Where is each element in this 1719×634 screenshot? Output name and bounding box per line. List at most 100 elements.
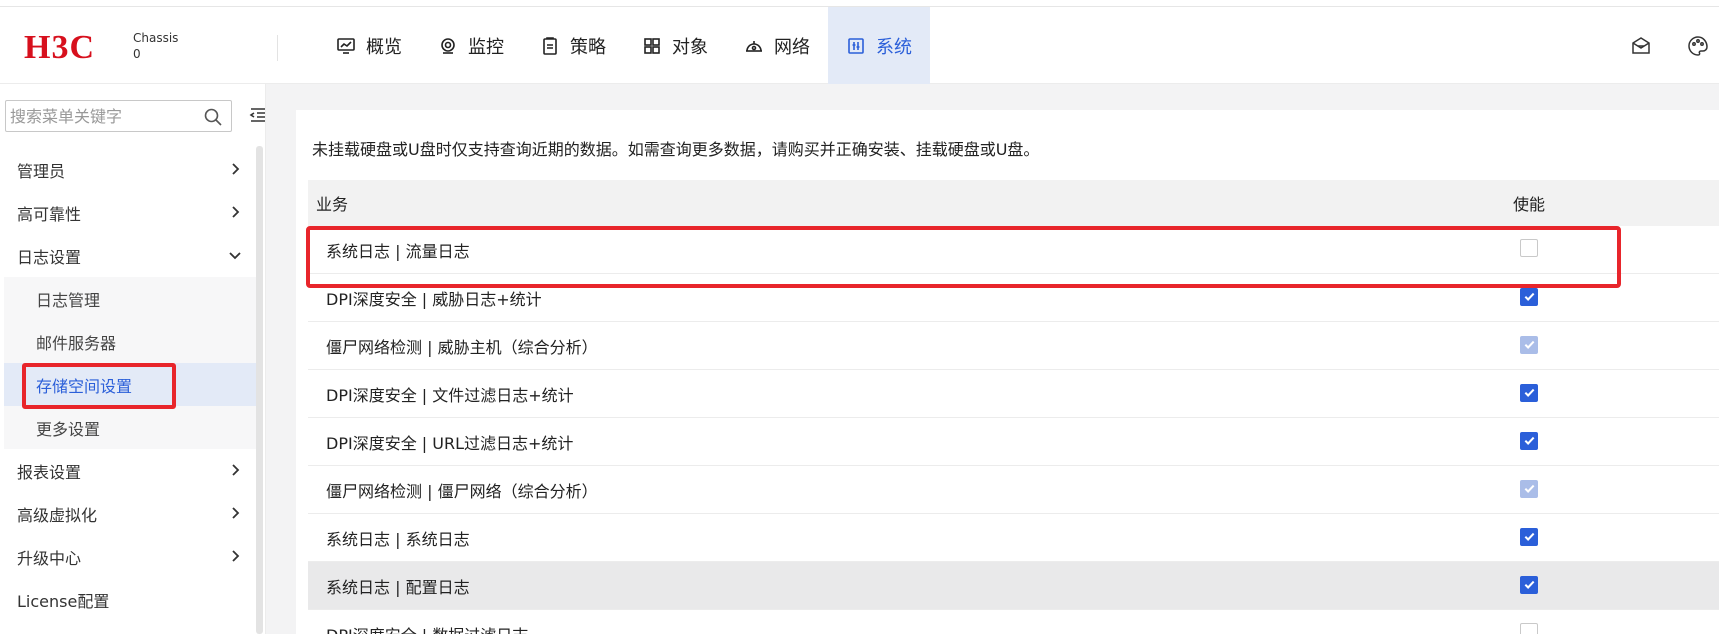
enable-checkbox[interactable] xyxy=(1520,238,1538,257)
enable-cell xyxy=(1520,383,1538,404)
clipboard-icon xyxy=(543,36,557,55)
sidebar-item-log-settings[interactable]: 日志设置 xyxy=(0,234,256,277)
enable-checkbox[interactable] xyxy=(1520,622,1538,634)
sidebar-subitem-label: 日志管理 xyxy=(36,290,101,310)
h3c-logo: H3C xyxy=(24,29,95,66)
enable-checkbox[interactable] xyxy=(1520,431,1538,450)
nav-system-label: 系统 xyxy=(876,36,912,58)
checkmark-icon xyxy=(1524,533,1534,542)
table-row[interactable]: 系统日志 | 配置日志 xyxy=(308,562,1719,610)
chassis-label: Chassis 0 xyxy=(133,30,178,62)
sidebar-subitem-label: 更多设置 xyxy=(36,419,101,439)
sidebar-subitem-label: 邮件服务器 xyxy=(36,333,117,353)
grid-icon xyxy=(644,37,660,54)
sidebar-item-label: License配置 xyxy=(17,591,110,611)
business-cell: 僵尸网络检测 | 威胁主机（综合分析） xyxy=(326,337,598,357)
system-settings-icon xyxy=(848,37,864,54)
main-content: 未挂载硬盘或U盘时仅支持查询近期的数据。如需查询更多数据，请购买并正确安装、挂载… xyxy=(266,84,1719,634)
sidebar-item-more-settings[interactable]: 更多设置 xyxy=(4,406,256,449)
business-cell: DPI深度安全 | 文件过滤日志+统计 xyxy=(326,385,574,405)
log-settings-submenu: 日志管理 邮件服务器 存储空间设置 更多设置 xyxy=(4,277,256,449)
business-cell: DPI深度安全 | URL过滤日志+统计 xyxy=(326,433,574,453)
chevron-right-icon xyxy=(232,206,240,218)
main-nav: 概览 监控 策略 对象 网络 系统 xyxy=(318,7,930,84)
checkmark-icon xyxy=(1524,341,1534,350)
menu-search xyxy=(5,100,232,132)
sidebar-item-license[interactable]: License配置 xyxy=(0,578,256,621)
table-row[interactable]: 系统日志 | 流量日志 xyxy=(306,226,1719,288)
sidebar-item-label: 管理员 xyxy=(17,161,66,181)
message-icon xyxy=(1632,37,1650,54)
business-table: 业务 使能 系统日志 | 流量日志 DPI深度安全 | 威胁日志+统计僵尸网络检测… xyxy=(306,180,1719,634)
enable-cell xyxy=(1520,479,1538,500)
nav-monitor-label: 监控 xyxy=(468,36,504,58)
header-divider xyxy=(277,35,278,61)
checkmark-icon xyxy=(1524,389,1534,398)
nav-policy[interactable]: 策略 xyxy=(522,7,624,84)
table-row[interactable]: DPI深度安全 | 数据过滤日志 xyxy=(308,610,1719,634)
location-pin-icon xyxy=(441,37,455,54)
nav-monitor[interactable]: 监控 xyxy=(420,7,522,84)
enable-checkbox[interactable] xyxy=(1520,527,1538,546)
business-cell: 系统日志 | 流量日志 xyxy=(326,241,470,261)
chevron-down-icon xyxy=(229,252,241,260)
sidebar-item-label: 升级中心 xyxy=(17,548,82,568)
enable-cell xyxy=(1520,622,1538,634)
sidebar-item-admin[interactable]: 管理员 xyxy=(0,148,256,191)
nav-object[interactable]: 对象 xyxy=(624,7,726,84)
sidebar-item-label: 报表设置 xyxy=(17,462,82,482)
nav-system[interactable]: 系统 xyxy=(828,7,930,84)
table-row[interactable]: 僵尸网络检测 | 威胁主机（综合分析） xyxy=(308,322,1719,370)
enable-checkbox[interactable] xyxy=(1520,287,1538,306)
menu-search-input[interactable] xyxy=(6,101,196,131)
sidebar-item-upgrade-center[interactable]: 升级中心 xyxy=(0,535,256,578)
sidebar-item-report-settings[interactable]: 报表设置 xyxy=(0,449,256,492)
sidebar-item-label: 高级虚拟化 xyxy=(17,505,98,525)
business-cell: 系统日志 | 系统日志 xyxy=(326,529,470,549)
nav-overview-label: 概览 xyxy=(366,36,402,58)
sidebar-scrollbar[interactable] xyxy=(256,146,263,634)
nav-network-label: 网络 xyxy=(774,36,810,58)
table-row[interactable]: DPI深度安全 | URL过滤日志+统计 xyxy=(308,418,1719,466)
sidebar: 管理员 高可靠性 日志设置 日志管理 邮件服务器 存储空间设置 更多设置 xyxy=(0,84,266,634)
nav-overview[interactable]: 概览 xyxy=(318,7,420,84)
collapse-menu-icon[interactable] xyxy=(249,106,267,124)
sidebar-item-storage-settings[interactable]: 存储空间设置 xyxy=(4,363,256,409)
sidebar-item-advanced-virtualization[interactable]: 高级虚拟化 xyxy=(0,492,256,535)
chevron-right-icon xyxy=(232,464,240,476)
monitor-chart-icon xyxy=(337,37,355,54)
sidebar-item-label: 日志设置 xyxy=(17,247,82,267)
message-button[interactable] xyxy=(1629,34,1653,62)
business-cell: DPI深度安全 | 数据过滤日志 xyxy=(308,622,1520,634)
table-row[interactable]: DPI深度安全 | 威胁日志+统计 xyxy=(308,274,1719,322)
table-row[interactable]: DPI深度安全 | 文件过滤日志+统计 xyxy=(308,370,1719,418)
table-row[interactable]: 僵尸网络检测 | 僵尸网络（综合分析） xyxy=(308,466,1719,514)
chassis-name: Chassis xyxy=(133,31,179,45)
chevron-right-icon xyxy=(232,550,240,562)
search-icon[interactable] xyxy=(203,107,223,127)
column-header-enable: 使能 xyxy=(1513,195,1546,214)
palette-icon xyxy=(1688,36,1708,56)
enable-cell xyxy=(1520,575,1538,596)
theme-button[interactable] xyxy=(1686,34,1710,62)
enable-checkbox[interactable] xyxy=(1520,383,1538,402)
enable-checkbox xyxy=(1520,479,1538,498)
table-row[interactable]: 系统日志 | 系统日志 xyxy=(308,514,1719,562)
enable-checkbox xyxy=(1520,335,1538,354)
storage-notice: 未挂载硬盘或U盘时仅支持查询近期的数据。如需查询更多数据，请购买并正确安装、挂载… xyxy=(312,140,1040,159)
chevron-right-icon xyxy=(232,163,240,175)
sidebar-item-log-management[interactable]: 日志管理 xyxy=(4,277,256,320)
nav-network[interactable]: 网络 xyxy=(726,7,828,84)
business-cell: 僵尸网络检测 | 僵尸网络（综合分析） xyxy=(326,481,598,501)
business-cell: 系统日志 | 配置日志 xyxy=(326,577,470,597)
table-header: 业务 使能 xyxy=(308,180,1719,226)
chevron-right-icon xyxy=(232,507,240,519)
enable-cell xyxy=(1520,238,1538,261)
enable-checkbox[interactable] xyxy=(1520,575,1538,594)
sidebar-item-ha[interactable]: 高可靠性 xyxy=(0,191,256,234)
chassis-number: 0 xyxy=(133,47,141,61)
table-body: 系统日志 | 流量日志 DPI深度安全 | 威胁日志+统计僵尸网络检测 | 威胁主… xyxy=(306,226,1719,634)
sidebar-item-label: 高可靠性 xyxy=(17,204,82,224)
sidebar-menu: 管理员 高可靠性 日志设置 日志管理 邮件服务器 存储空间设置 更多设置 报表设… xyxy=(0,148,256,621)
sidebar-item-mail-server[interactable]: 邮件服务器 xyxy=(4,320,256,363)
